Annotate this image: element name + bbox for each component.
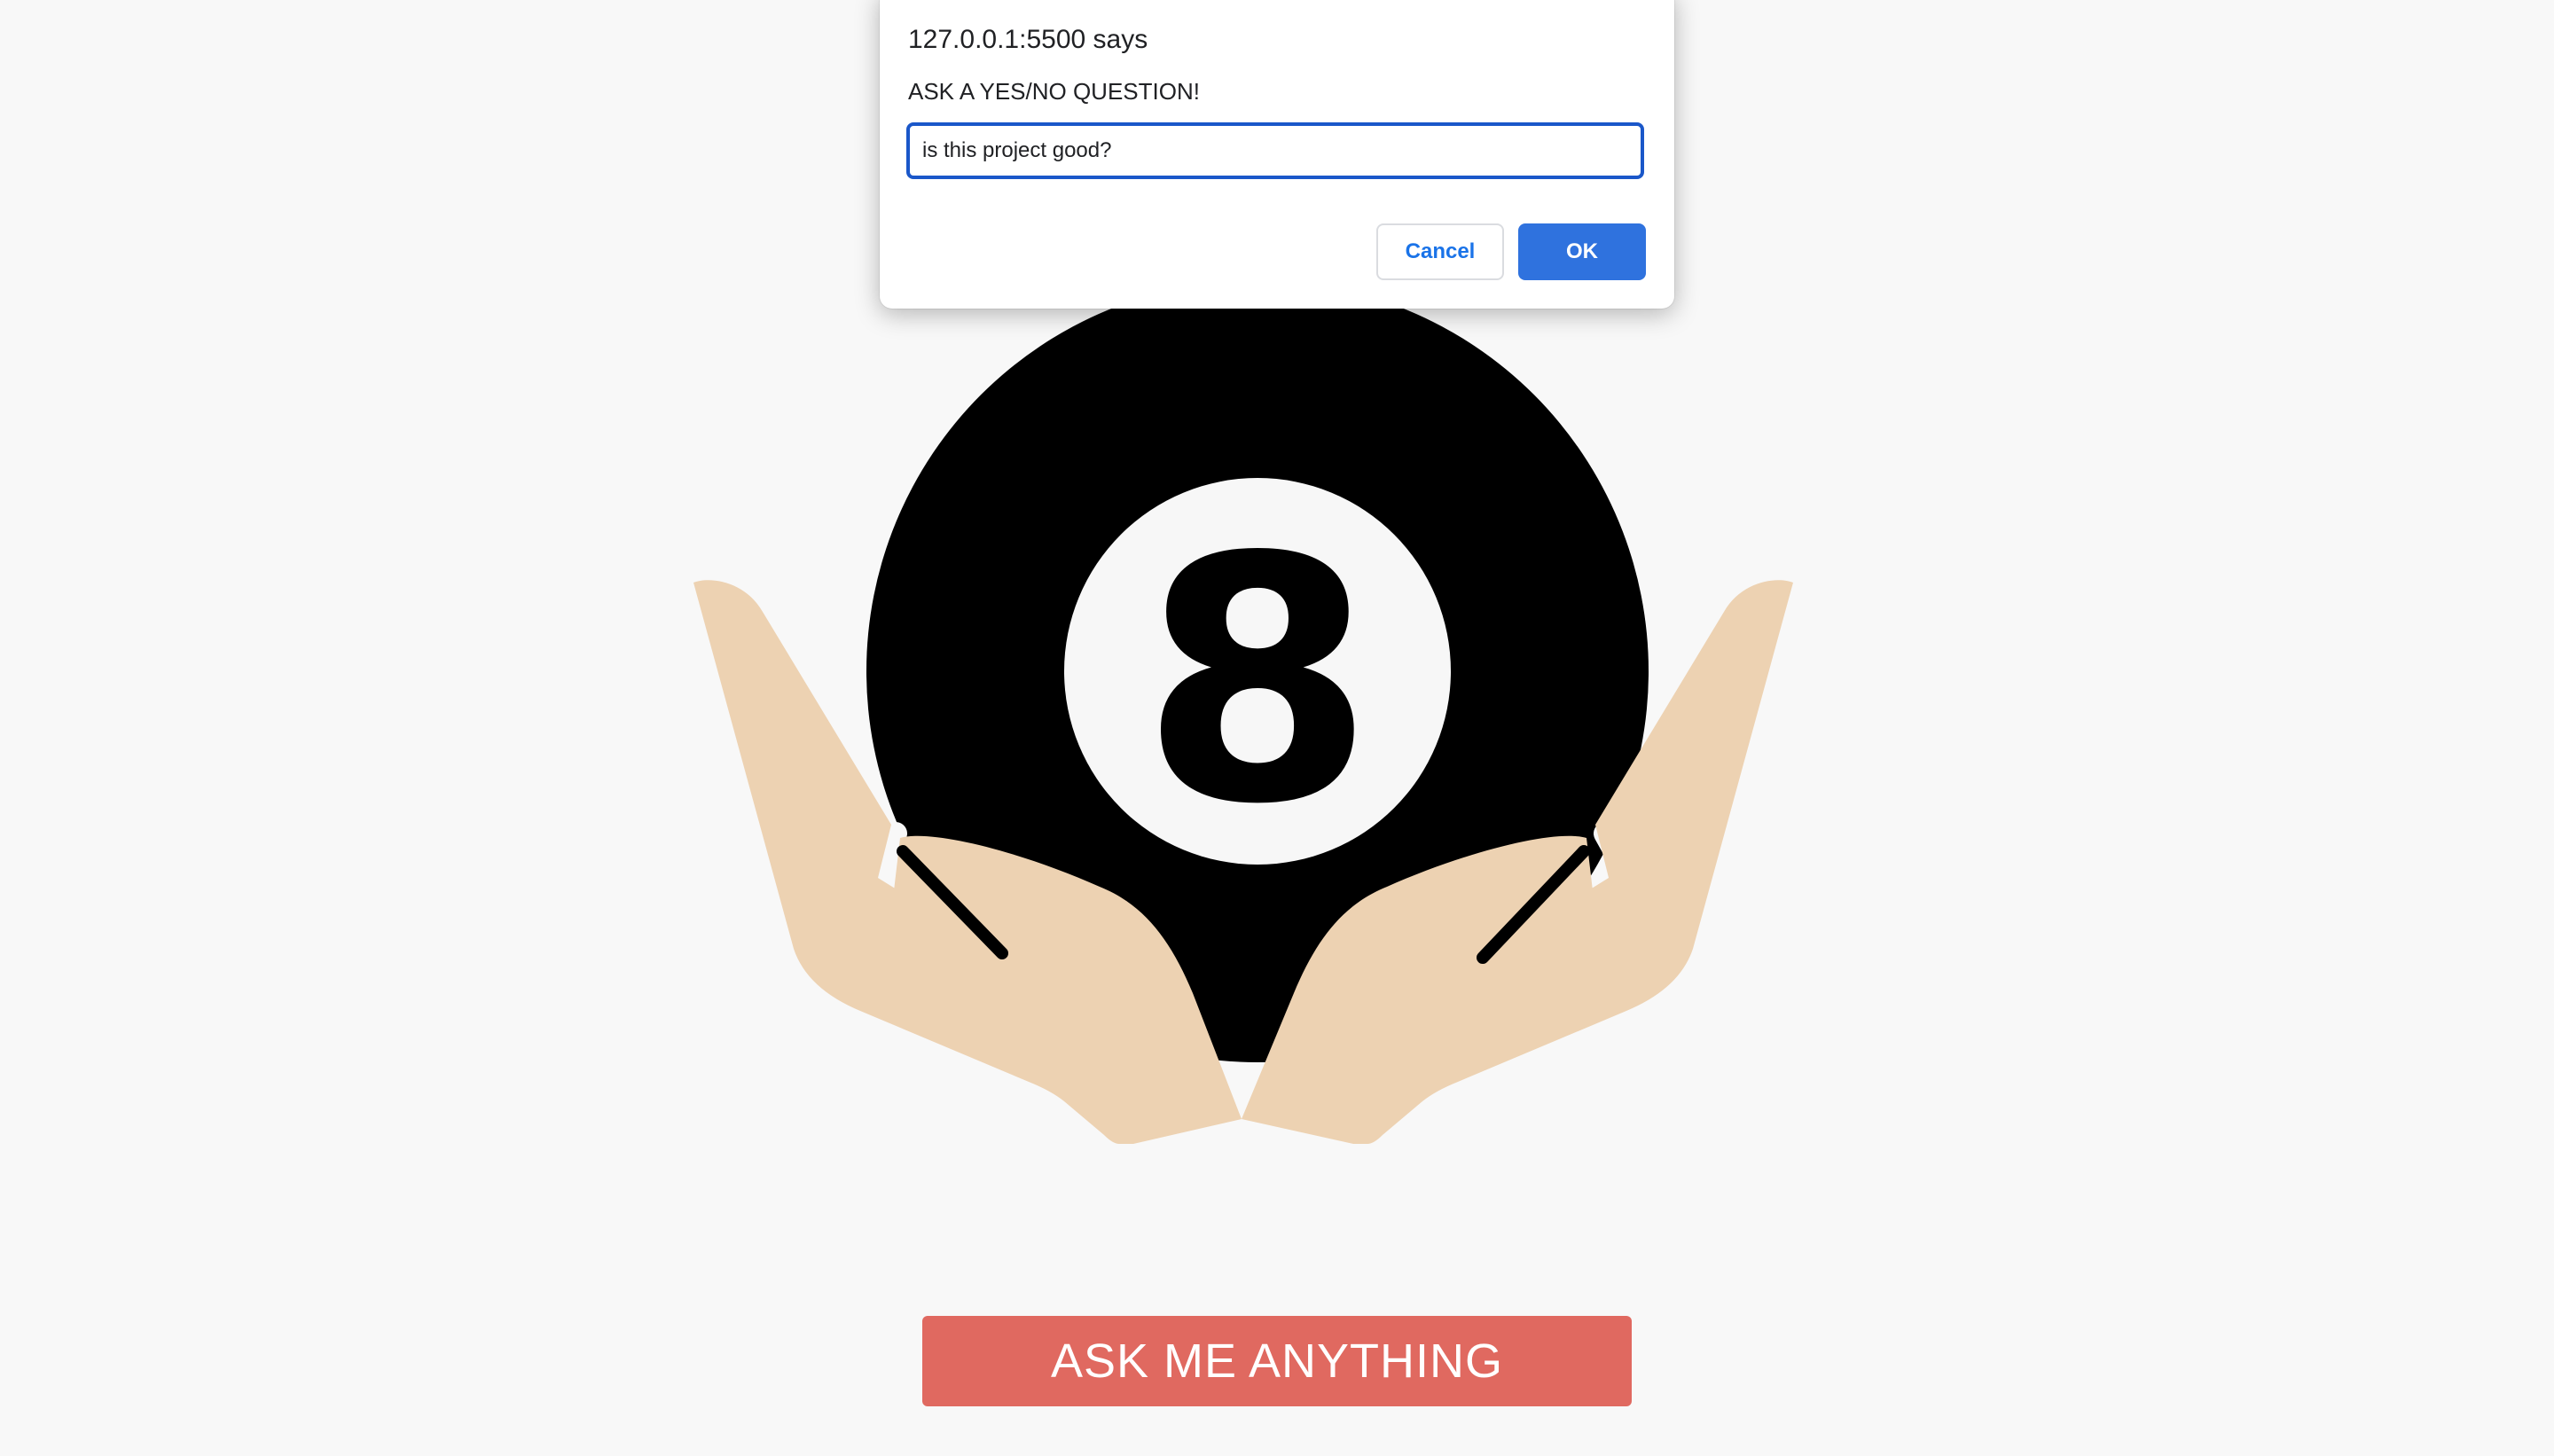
dialog-origin-text: 127.0.0.1:5500 says: [908, 25, 1148, 54]
dialog-message: ASK A YES/NO QUESTION!: [908, 78, 1200, 105]
eight-ball-number: 8: [1140, 485, 1375, 878]
ask-me-anything-button[interactable]: ASK ME ANYTHING: [922, 1316, 1632, 1406]
question-input[interactable]: [906, 122, 1644, 179]
magic-8-ball-page: 8 ASK ME ANYTHING 127.0.0.1:5500 says AS…: [0, 0, 2554, 1456]
prompt-dialog: 127.0.0.1:5500 says ASK A YES/NO QUESTIO…: [880, 0, 1674, 309]
cancel-button[interactable]: Cancel: [1376, 223, 1504, 280]
ok-button[interactable]: OK: [1518, 223, 1646, 280]
